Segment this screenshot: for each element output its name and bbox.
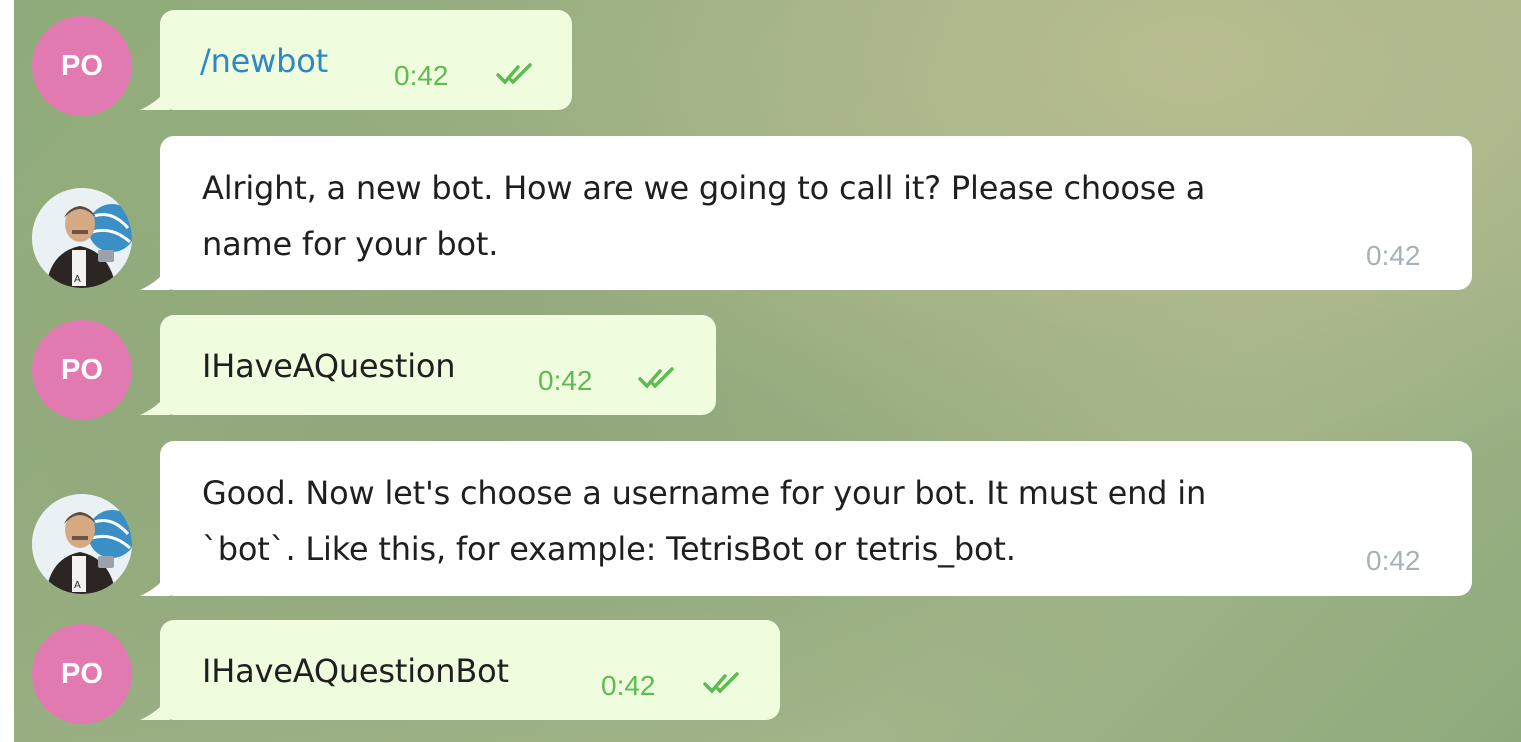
- double-check-icon: [496, 63, 532, 85]
- message-line: Good. Now let's choose a username for yo…: [202, 474, 1207, 512]
- botfather-avatar-icon[interactable]: A: [32, 188, 132, 288]
- message-text: Good. Now let's choose a username for yo…: [202, 465, 1402, 577]
- message-time: 0:42: [1366, 545, 1421, 576]
- message-line: Alright, a new bot. How are we going to …: [202, 169, 1206, 207]
- message-line: `bot`. Like this, for example: TetrisBot…: [202, 530, 1016, 568]
- avatar-initials: PO: [61, 657, 103, 690]
- avatar-initials: PO: [61, 353, 103, 386]
- svg-text:A: A: [74, 274, 81, 285]
- user-avatar[interactable]: PO: [32, 320, 132, 420]
- bot-command-link[interactable]: /newbot: [200, 42, 328, 80]
- message-text: IHaveAQuestion: [202, 347, 456, 385]
- botfather-avatar-icon[interactable]: A: [32, 494, 132, 594]
- message-time: 0:42: [1366, 240, 1421, 271]
- message-time: 0:42: [538, 365, 593, 396]
- message-time: 0:42: [394, 60, 449, 91]
- avatar-initials: PO: [61, 49, 103, 82]
- user-avatar[interactable]: PO: [32, 624, 132, 724]
- double-check-icon: [638, 367, 674, 389]
- message-line: name for your bot.: [202, 225, 499, 263]
- svg-text:A: A: [74, 580, 81, 591]
- message-time: 0:42: [601, 670, 656, 701]
- message-text: Alright, a new bot. How are we going to …: [202, 160, 1402, 272]
- user-avatar[interactable]: PO: [32, 16, 132, 116]
- double-check-icon: [703, 672, 739, 694]
- message-text: IHaveAQuestionBot: [202, 652, 509, 690]
